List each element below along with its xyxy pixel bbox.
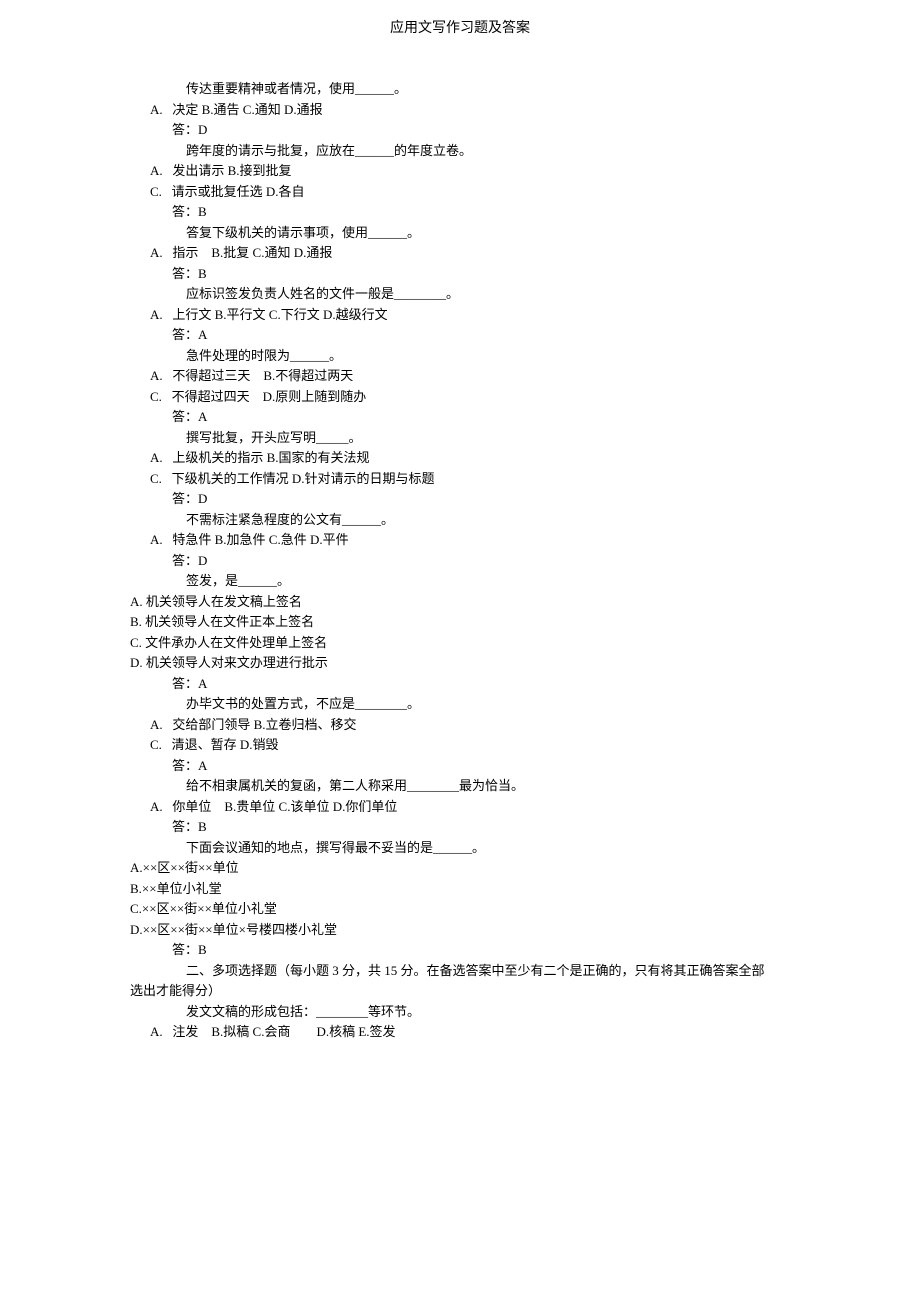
text-line: 答：D xyxy=(130,551,790,571)
text-line: 答：A xyxy=(130,407,790,427)
text-line: A. 特急件 B.加急件 C.急件 D.平件 xyxy=(130,530,790,550)
document-body: 传达重要精神或者情况，使用______。A. 决定 B.通告 C.通知 D.通报… xyxy=(0,79,920,1042)
text-line: C. 请示或批复任选 D.各自 xyxy=(130,182,790,202)
text-line: A. 发出请示 B.接到批复 xyxy=(130,161,790,181)
text-line: D. 机关领导人对来文办理进行批示 xyxy=(130,653,790,673)
text-line: 撰写批复，开头应写明_____。 xyxy=(130,428,790,448)
text-line: 答：B xyxy=(130,817,790,837)
text-line: C. 不得超过四天 D.原则上随到随办 xyxy=(130,387,790,407)
text-line: 选出才能得分） xyxy=(130,981,790,1001)
text-line: 答：D xyxy=(130,489,790,509)
text-line: A. 注发 B.拟稿 C.会商 D.核稿 E.签发 xyxy=(130,1022,790,1042)
text-line: 答：B xyxy=(130,940,790,960)
text-line: A. 机关领导人在发文稿上签名 xyxy=(130,592,790,612)
text-line: A. 上行文 B.平行文 C.下行文 D.越级行文 xyxy=(130,305,790,325)
text-line: B. 机关领导人在文件正本上签名 xyxy=(130,612,790,632)
text-line: 跨年度的请示与批复，应放在______的年度立卷。 xyxy=(130,141,790,161)
text-line: 答：A xyxy=(130,325,790,345)
text-line: C.××区××街××单位小礼堂 xyxy=(130,899,790,919)
text-line: C. 文件承办人在文件处理单上签名 xyxy=(130,633,790,653)
text-line: 急件处理的时限为______。 xyxy=(130,346,790,366)
text-line: 答：A xyxy=(130,674,790,694)
text-line: A. 指示 B.批复 C.通知 D.通报 xyxy=(130,243,790,263)
page-title: 应用文写作习题及答案 xyxy=(0,18,920,39)
text-line: 不需标注紧急程度的公文有______。 xyxy=(130,510,790,530)
text-line: 答：D xyxy=(130,120,790,140)
text-line: A. 决定 B.通告 C.通知 D.通报 xyxy=(130,100,790,120)
text-line: A. 上级机关的指示 B.国家的有关法规 xyxy=(130,448,790,468)
text-line: A. 你单位 B.贵单位 C.该单位 D.你们单位 xyxy=(130,797,790,817)
text-line: 发文文稿的形成包括：________等环节。 xyxy=(130,1002,790,1022)
text-line: 办毕文书的处置方式，不应是________。 xyxy=(130,694,790,714)
text-line: C. 下级机关的工作情况 D.针对请示的日期与标题 xyxy=(130,469,790,489)
text-line: 签发，是______。 xyxy=(130,571,790,591)
text-line: C. 清退、暂存 D.销毁 xyxy=(130,735,790,755)
text-line: 给不相隶属机关的复函，第二人称采用________最为恰当。 xyxy=(130,776,790,796)
text-line: 答复下级机关的请示事项，使用______。 xyxy=(130,223,790,243)
text-line: A. 交给部门领导 B.立卷归档、移交 xyxy=(130,715,790,735)
text-line: B.××单位小礼堂 xyxy=(130,879,790,899)
text-line: A. 不得超过三天 B.不得超过两天 xyxy=(130,366,790,386)
text-line: 应标识签发负责人姓名的文件一般是________。 xyxy=(130,284,790,304)
text-line: 二、多项选择题（每小题 3 分，共 15 分。在备选答案中至少有二个是正确的，只… xyxy=(130,961,790,981)
text-line: 答：B xyxy=(130,264,790,284)
text-line: 下面会议通知的地点，撰写得最不妥当的是______。 xyxy=(130,838,790,858)
text-line: 答：A xyxy=(130,756,790,776)
text-line: 答：B xyxy=(130,202,790,222)
text-line: A.××区××街××单位 xyxy=(130,858,790,878)
text-line: D.××区××街××单位×号楼四楼小礼堂 xyxy=(130,920,790,940)
text-line: 传达重要精神或者情况，使用______。 xyxy=(130,79,790,99)
